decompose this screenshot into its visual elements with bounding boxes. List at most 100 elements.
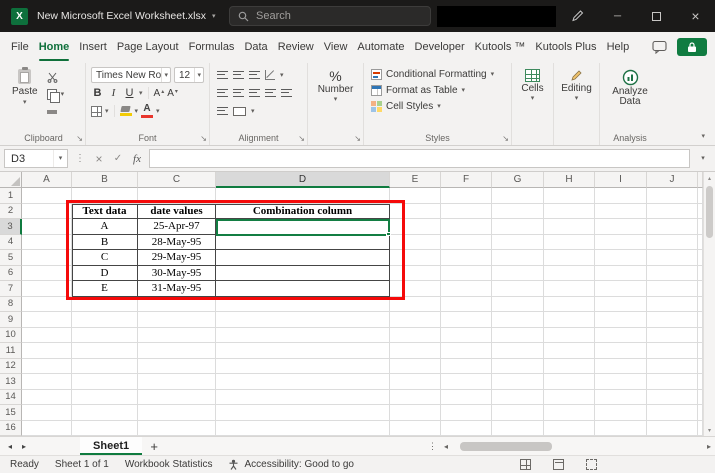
orientation-chevron-down-icon[interactable]: ▾	[280, 72, 284, 79]
cell-D10[interactable]	[216, 328, 390, 344]
cell-A1[interactable]	[22, 188, 72, 204]
align-bottom-icon[interactable]	[249, 71, 260, 79]
cell-B2[interactable]: Text data	[72, 204, 138, 220]
font-color-chevron-down-icon[interactable]: ▾	[156, 108, 160, 115]
cell-D3[interactable]	[216, 219, 390, 235]
cell-G5[interactable]	[492, 250, 544, 266]
cell-E9[interactable]	[390, 312, 441, 328]
add-sheet-button[interactable]: +	[142, 437, 166, 455]
cell-B7[interactable]: E	[72, 281, 138, 297]
cell-C2[interactable]: date values	[138, 204, 216, 220]
cell-D12[interactable]	[216, 359, 390, 375]
cell-H11[interactable]	[544, 343, 595, 359]
row-header-3[interactable]: 3	[0, 219, 22, 235]
analyze-data-button[interactable]: Analyze Data	[605, 66, 655, 107]
cell-F10[interactable]	[441, 328, 492, 344]
cell-G11[interactable]	[492, 343, 544, 359]
comment-icon[interactable]	[652, 40, 667, 54]
cell-F4[interactable]	[441, 235, 492, 251]
row-header-14[interactable]: 14	[0, 390, 22, 406]
cell-C1[interactable]	[138, 188, 216, 204]
wrap-text-icon[interactable]	[217, 107, 228, 115]
cell-E10[interactable]	[390, 328, 441, 344]
format-painter-button[interactable]	[47, 105, 65, 118]
cell-F15[interactable]	[441, 405, 492, 421]
cell-F16[interactable]	[441, 421, 492, 437]
cell-G9[interactable]	[492, 312, 544, 328]
cell-F8[interactable]	[441, 297, 492, 313]
column-header-e[interactable]: E	[390, 172, 441, 188]
cell-D1[interactable]	[216, 188, 390, 204]
cell-E7[interactable]	[390, 281, 441, 297]
cell-I13[interactable]	[595, 374, 647, 390]
cell-J11[interactable]	[647, 343, 698, 359]
row-header-2[interactable]: 2	[0, 204, 22, 220]
cell-G10[interactable]	[492, 328, 544, 344]
cell-D7[interactable]	[216, 281, 390, 297]
cell-D2[interactable]: Combination column	[216, 204, 390, 220]
cell-A12[interactable]	[22, 359, 72, 375]
cell-J12[interactable]	[647, 359, 698, 375]
cell-C10[interactable]	[138, 328, 216, 344]
cell-A13[interactable]	[22, 374, 72, 390]
share-lock-button[interactable]	[677, 38, 707, 56]
cell-G12[interactable]	[492, 359, 544, 375]
cell-G3[interactable]	[492, 219, 544, 235]
cell-D8[interactable]	[216, 297, 390, 313]
title-chevron-down-icon[interactable]: ▾	[212, 12, 216, 20]
cell-G6[interactable]	[492, 266, 544, 282]
close-button[interactable]: ×	[676, 0, 715, 32]
cell-J13[interactable]	[647, 374, 698, 390]
cell-G1[interactable]	[492, 188, 544, 204]
bold-button[interactable]: B	[91, 86, 104, 101]
cell-B13[interactable]	[72, 374, 138, 390]
cell-B16[interactable]	[72, 421, 138, 437]
cell-J5[interactable]	[647, 250, 698, 266]
merge-chevron-down-icon[interactable]: ▾	[251, 108, 255, 115]
cell-B9[interactable]	[72, 312, 138, 328]
cell-H9[interactable]	[544, 312, 595, 328]
font-size-combo[interactable]: 12 ▾	[174, 67, 204, 83]
cell-B12[interactable]	[72, 359, 138, 375]
cell-H5[interactable]	[544, 250, 595, 266]
cell-D16[interactable]	[216, 421, 390, 437]
column-header-h[interactable]: H	[544, 172, 595, 188]
cells-button[interactable]: Cells ▾	[521, 66, 543, 102]
workbook-statistics[interactable]: Workbook Statistics	[125, 459, 213, 470]
cell-E11[interactable]	[390, 343, 441, 359]
page-layout-view-icon[interactable]	[553, 459, 564, 470]
cell-J8[interactable]	[647, 297, 698, 313]
row-header-9[interactable]: 9	[0, 312, 22, 328]
cell-C15[interactable]	[138, 405, 216, 421]
column-header-f[interactable]: F	[441, 172, 492, 188]
formula-bar-dots-icon[interactable]: ⋮	[73, 153, 87, 164]
cell-E2[interactable]	[390, 204, 441, 220]
tab-bar-dots-icon[interactable]: ⋮	[428, 437, 437, 455]
alignment-dialog-launcher[interactable]: ↘	[298, 135, 305, 143]
cell-E1[interactable]	[390, 188, 441, 204]
styles-dialog-launcher[interactable]: ↘	[502, 135, 509, 143]
row-header-12[interactable]: 12	[0, 359, 22, 375]
cell-I8[interactable]	[595, 297, 647, 313]
decrease-indent-icon[interactable]	[265, 89, 276, 97]
cell-J6[interactable]	[647, 266, 698, 282]
cell-C11[interactable]	[138, 343, 216, 359]
cell-H7[interactable]	[544, 281, 595, 297]
align-left-icon[interactable]	[217, 89, 228, 97]
cell-H2[interactable]	[544, 204, 595, 220]
paste-button[interactable]: Paste ▾	[7, 66, 43, 130]
clipboard-dialog-launcher[interactable]: ↘	[76, 135, 83, 143]
vertical-scroll-thumb[interactable]	[706, 186, 713, 238]
sheet-tab-sheet1[interactable]: Sheet1	[80, 437, 142, 455]
menu-tab-kutools-plus[interactable]: Kutools Plus	[530, 32, 601, 62]
cell-G13[interactable]	[492, 374, 544, 390]
cell-I2[interactable]	[595, 204, 647, 220]
cell-E14[interactable]	[390, 390, 441, 406]
enter-check-button[interactable]: ✓	[111, 153, 125, 164]
hscroll-thumb[interactable]	[460, 442, 552, 451]
menu-tab-home[interactable]: Home	[34, 32, 75, 62]
cell-G4[interactable]	[492, 235, 544, 251]
scroll-up-icon[interactable]: ▴	[704, 172, 715, 184]
increase-indent-icon[interactable]	[281, 89, 292, 97]
menu-tab-data[interactable]: Data	[239, 32, 272, 62]
